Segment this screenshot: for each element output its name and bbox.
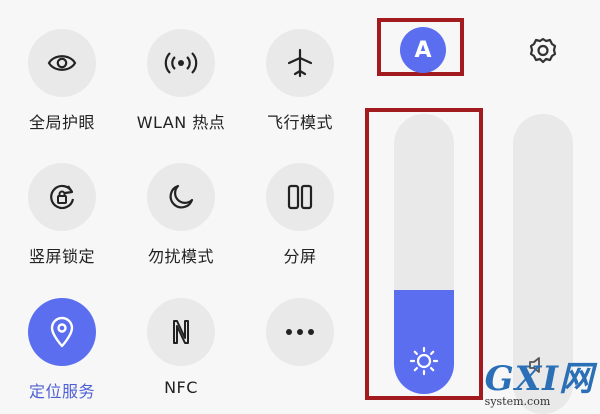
tile-rotation-lock[interactable]: 竖屏锁定 — [2, 163, 122, 267]
watermark-brand: GXI网 — [484, 359, 594, 399]
split-screen-icon — [266, 163, 334, 231]
watermark-logo: GXI网 system.com — [485, 362, 594, 407]
tile-split-screen[interactable]: 分屏 — [240, 163, 360, 267]
more-icon — [266, 298, 334, 366]
tile-airplane-mode[interactable]: 飞行模式 — [240, 29, 360, 133]
auto-brightness-button[interactable]: A — [400, 27, 446, 73]
moon-icon — [147, 163, 215, 231]
tile-label: NFC — [164, 378, 198, 397]
tile-label: 竖屏锁定 — [28, 247, 95, 266]
tile-label: 勿扰模式 — [147, 247, 214, 266]
sun-icon — [409, 346, 439, 376]
tile-label: WLAN 热点 — [136, 113, 226, 132]
tile-wlan-hotspot[interactable]: WLAN 热点 — [121, 29, 241, 133]
tile-label: 定位服务 — [28, 382, 95, 401]
tile-do-not-disturb[interactable]: 勿扰模式 — [121, 163, 241, 267]
tile-label: 全局护眼 — [28, 113, 95, 132]
location-pin-icon — [28, 298, 96, 366]
eye-icon — [28, 29, 96, 97]
gear-icon[interactable] — [525, 33, 561, 69]
hotspot-icon — [147, 29, 215, 97]
airplane-icon — [266, 29, 334, 97]
tile-eye-protection[interactable]: 全局护眼 — [2, 29, 122, 133]
brightness-slider-fill — [394, 290, 454, 394]
tile-more[interactable] — [240, 298, 360, 378]
tile-nfc[interactable]: NFC — [121, 298, 241, 397]
tile-location-services[interactable]: 定位服务 — [2, 298, 122, 402]
tile-label: 分屏 — [283, 247, 317, 266]
nfc-icon — [147, 298, 215, 366]
brightness-slider[interactable] — [394, 114, 454, 394]
rotation-lock-icon — [28, 163, 96, 231]
tile-label: 飞行模式 — [266, 113, 333, 132]
